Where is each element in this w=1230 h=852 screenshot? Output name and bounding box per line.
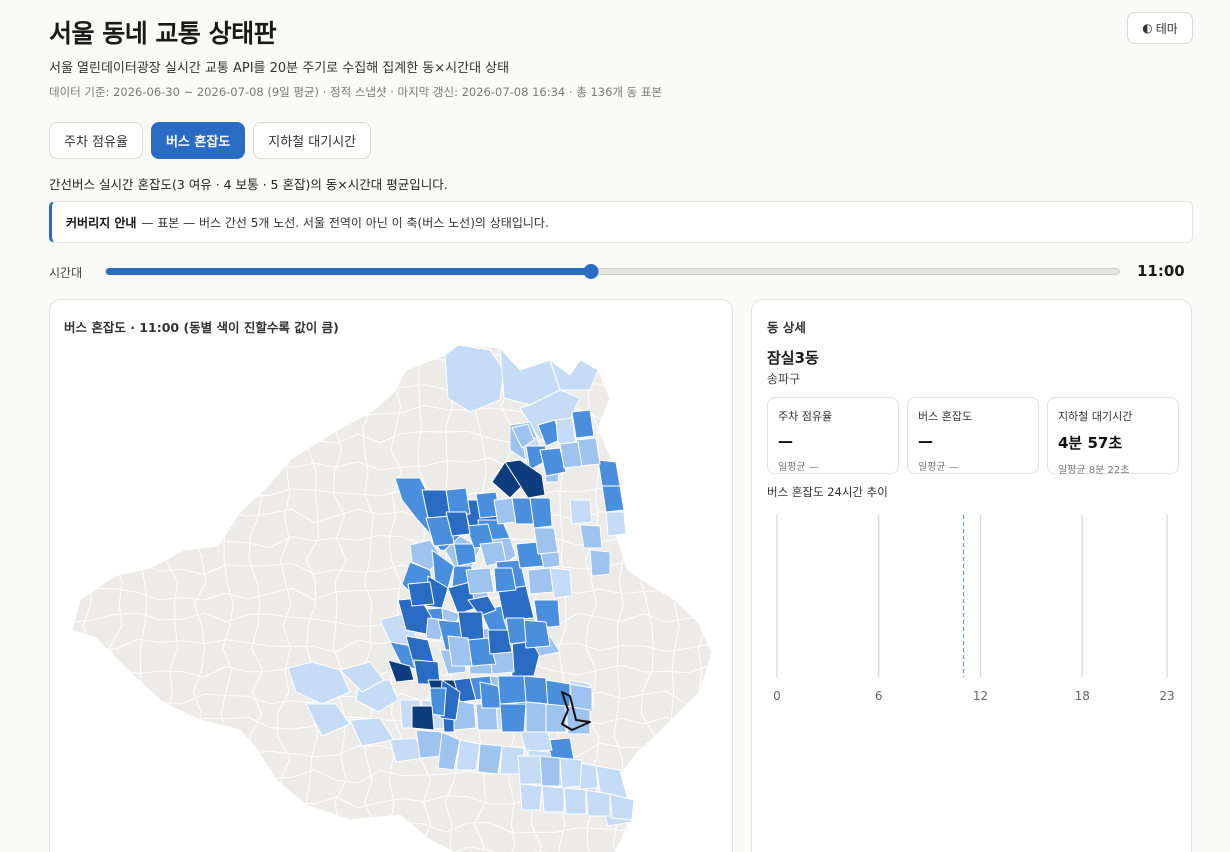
trend-tick-label: 6 (875, 689, 883, 703)
district-83[interactable] (539, 755, 561, 787)
district-137[interactable] (571, 409, 595, 439)
district-116[interactable] (521, 619, 551, 649)
district-97[interactable] (525, 701, 547, 733)
district-132[interactable] (589, 549, 611, 577)
theme-label: 테마 (1155, 21, 1178, 36)
district-59[interactable] (519, 729, 553, 753)
district-128[interactable] (529, 497, 553, 529)
time-slider-label: 시간대 (49, 266, 83, 280)
district-93[interactable] (497, 675, 529, 705)
trend-tick-label: 12 (973, 689, 988, 703)
district-92[interactable] (411, 705, 435, 731)
coverage-notice: 커버리지 안내 — 표본 — 버스 간선 5개 노선. 서울 전역이 아닌 이 … (49, 201, 1193, 243)
metric-tabs: 주차 점유율 버스 혼잡도 지하철 대기시간 (49, 122, 372, 159)
district-130[interactable] (569, 499, 593, 525)
district-87[interactable] (563, 787, 587, 815)
theme-toggle-button[interactable]: ◐ 테마 (1127, 12, 1193, 44)
district-82[interactable] (517, 755, 543, 785)
metric-description: 간선버스 실시간 혼잡도(3 여유 · 4 보통 · 5 혼잡)의 동×시간대 … (49, 177, 448, 192)
district-135[interactable] (605, 511, 627, 537)
district-98[interactable] (545, 703, 567, 733)
trend-chart: 0 6 12 18 23 (773, 515, 1175, 703)
district-88[interactable] (585, 789, 611, 817)
district-129[interactable] (533, 527, 559, 555)
district-94[interactable] (523, 675, 549, 705)
district-100[interactable] (499, 703, 527, 733)
slider-fill (106, 268, 592, 275)
detail-card: 동 상세 잠실3동 송파구 주차 점유율 — 일평균 — 버스 혼잡도 — 일평… (751, 299, 1192, 852)
trend-tick-label: 0 (773, 689, 781, 703)
district-120[interactable] (505, 617, 527, 645)
contrast-icon: ◐ (1142, 21, 1153, 35)
district-86[interactable] (541, 785, 565, 813)
notice-text: — 표본 — 버스 간선 5개 노선. 서울 전역이 아닌 이 축(버스 노선)… (141, 215, 549, 230)
time-slider-value: 11:00 (1137, 262, 1185, 280)
tab-bus[interactable]: 버스 혼잡도 (150, 122, 246, 159)
district-122[interactable] (493, 567, 517, 593)
district-114[interactable] (549, 567, 573, 599)
map-title: 버스 혼잡도 · 11:00 (동별 색이 진할수록 값이 큼) (64, 320, 339, 335)
notice-title: 커버리지 안내 (66, 215, 137, 230)
tab-subway[interactable]: 지하철 대기시간 (253, 122, 372, 159)
district-80[interactable] (477, 743, 503, 775)
district-134[interactable] (601, 485, 625, 513)
district-89[interactable] (609, 793, 635, 821)
seoul-map[interactable] (50, 300, 733, 852)
slider-thumb[interactable] (583, 264, 599, 279)
district-101[interactable] (457, 611, 485, 641)
district-140[interactable] (559, 441, 583, 469)
district-118[interactable] (447, 635, 473, 667)
district-121[interactable] (465, 567, 495, 595)
district-123[interactable] (407, 581, 435, 607)
district-85[interactable] (519, 783, 543, 811)
data-meta: 데이터 기준: 2026-06-30 ~ 2026-07-08 (9일 평균) … (49, 85, 663, 99)
district-105[interactable] (453, 543, 477, 567)
district-84[interactable] (559, 757, 583, 789)
district-139[interactable] (555, 417, 577, 445)
trend-tick-label: 23 (1159, 689, 1174, 703)
map-card: 버스 혼잡도 · 11:00 (동별 색이 진할수록 값이 큼) (49, 299, 733, 852)
page-subtitle: 서울 열린데이터광장 실시간 교통 API를 20분 주기로 수집해 집계한 동… (49, 61, 510, 76)
time-slider[interactable] (105, 264, 1120, 279)
tab-parking[interactable]: 주차 점유율 (49, 122, 143, 159)
district-79[interactable] (455, 739, 481, 771)
trend-tick-label: 18 (1075, 689, 1090, 703)
district-131[interactable] (579, 524, 603, 549)
district-133[interactable] (597, 459, 621, 487)
page-title: 서울 동네 교통 상태판 (49, 19, 277, 48)
